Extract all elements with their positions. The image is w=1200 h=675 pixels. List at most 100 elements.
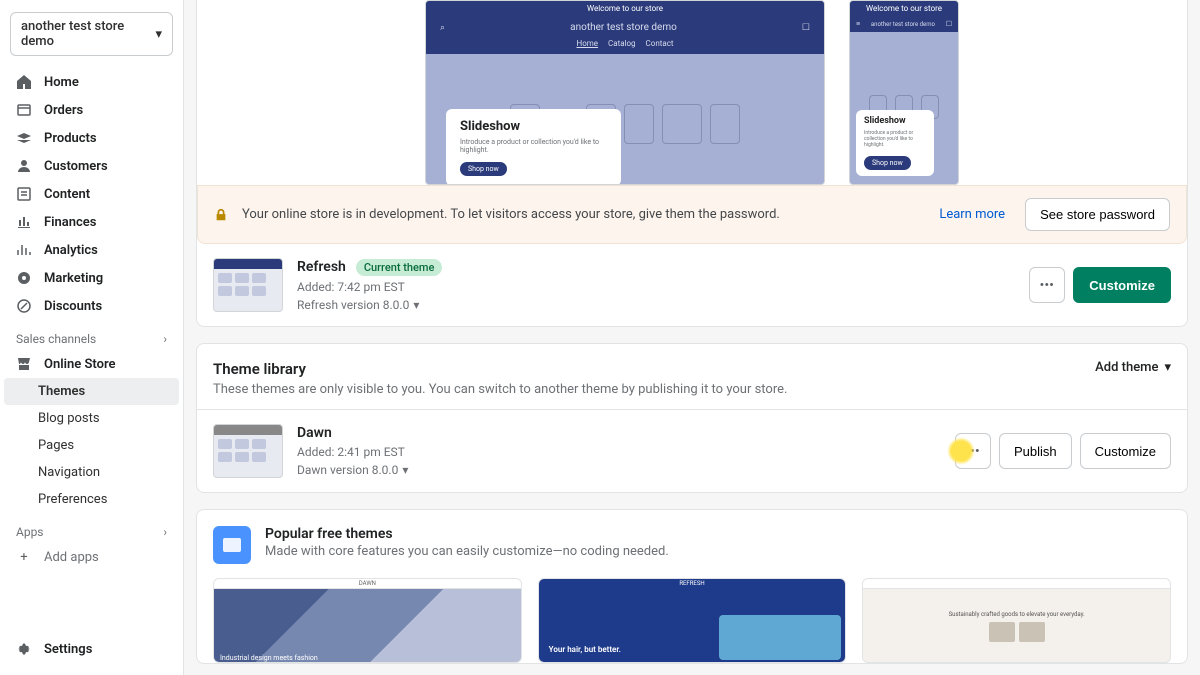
theme-added: Added: 2:41 pm EST bbox=[297, 445, 941, 459]
theme-preview-row: Welcome to our store ⌕ another test stor… bbox=[197, 0, 1187, 185]
popular-subtitle: Made with core features you can easily c… bbox=[265, 544, 669, 559]
development-alert: Your online store is in development. To … bbox=[197, 185, 1187, 244]
subnav-preferences[interactable]: Preferences bbox=[0, 486, 183, 513]
current-theme-row: Refresh Current theme Added: 7:42 pm EST… bbox=[197, 244, 1187, 326]
nav-analytics[interactable]: Analytics bbox=[0, 236, 183, 264]
theme-library-card: Theme library Add theme ▾ These themes a… bbox=[196, 343, 1188, 493]
see-password-button[interactable]: See store password bbox=[1025, 198, 1170, 231]
nav-label: Content bbox=[44, 187, 90, 202]
preview-banner: Welcome to our store bbox=[850, 1, 958, 16]
main-content: Welcome to our store ⌕ another test stor… bbox=[184, 0, 1200, 675]
subnav-themes[interactable]: Themes bbox=[4, 378, 179, 405]
popular-theme-craft[interactable]: Sustainably crafted goods to elevate you… bbox=[862, 578, 1171, 663]
customers-icon bbox=[16, 158, 32, 174]
preview-store-name: another test store demo bbox=[570, 22, 677, 33]
nav-settings[interactable]: Settings bbox=[0, 635, 183, 663]
nav-customers[interactable]: Customers bbox=[0, 152, 183, 180]
popular-title: Popular free themes bbox=[265, 526, 669, 542]
discounts-icon bbox=[16, 298, 32, 314]
nav-content[interactable]: Content bbox=[0, 180, 183, 208]
theme-thumbnail bbox=[213, 424, 283, 478]
preview-card-text: Introduce a product or collection you'd … bbox=[460, 138, 607, 154]
subnav-pages[interactable]: Pages bbox=[0, 432, 183, 459]
lock-icon bbox=[214, 208, 228, 222]
preview-card-text: Introduce a product or collection you'd … bbox=[864, 130, 926, 148]
popular-theme-refresh[interactable]: REFRESH Your hair, but better. bbox=[538, 578, 847, 663]
theme-more-actions-button[interactable] bbox=[1029, 267, 1065, 303]
nav-marketing[interactable]: Marketing bbox=[0, 264, 183, 292]
chevron-down-icon: ▾ bbox=[413, 298, 419, 312]
preview-banner: Welcome to our store bbox=[426, 1, 824, 16]
nav-add-apps[interactable]: + Add apps bbox=[0, 543, 183, 571]
preview-header: ⌕ another test store demo ☐ bbox=[426, 16, 824, 39]
current-theme-badge: Current theme bbox=[356, 259, 443, 276]
gear-icon bbox=[16, 641, 32, 657]
store-selector[interactable]: another test store demo ▾ bbox=[10, 12, 173, 56]
library-theme-row: Dawn Added: 2:41 pm EST Dawn version 8.0… bbox=[197, 410, 1187, 492]
preview-nav: Home Catalog Contact bbox=[426, 39, 824, 54]
store-icon bbox=[16, 356, 32, 372]
marketing-icon bbox=[16, 270, 32, 286]
sidebar: another test store demo ▾ Home Orders Pr… bbox=[0, 0, 184, 675]
chevron-right-icon[interactable]: › bbox=[163, 525, 167, 539]
orders-icon bbox=[16, 102, 32, 118]
theme-added: Added: 7:42 pm EST bbox=[297, 280, 1015, 294]
theme-version-dropdown[interactable]: Dawn version 8.0.0 ▾ bbox=[297, 463, 941, 477]
theme-more-actions-button[interactable] bbox=[955, 433, 991, 469]
cart-icon: ☐ bbox=[802, 23, 810, 33]
store-selector-label: another test store demo bbox=[21, 19, 155, 49]
products-icon bbox=[16, 130, 32, 146]
nav-online-store[interactable]: Online Store bbox=[0, 350, 183, 378]
nav-finances[interactable]: Finances bbox=[0, 208, 183, 236]
theme-name: Dawn bbox=[297, 425, 332, 441]
nav-orders[interactable]: Orders bbox=[0, 96, 183, 124]
popular-theme-dawn[interactable]: DAWN Industrial design meets fashion bbox=[213, 578, 522, 663]
alert-message: Your online store is in development. To … bbox=[242, 207, 925, 222]
nav-label: Products bbox=[44, 131, 97, 146]
analytics-icon bbox=[16, 242, 32, 258]
learn-more-link[interactable]: Learn more bbox=[939, 207, 1005, 222]
customize-button[interactable]: Customize bbox=[1073, 267, 1171, 303]
subnav-blog-posts[interactable]: Blog posts bbox=[0, 405, 183, 432]
chevron-down-icon: ▾ bbox=[1164, 360, 1171, 375]
home-icon bbox=[16, 74, 32, 90]
publish-button[interactable]: Publish bbox=[999, 433, 1072, 469]
desktop-preview: Welcome to our store ⌕ another test stor… bbox=[425, 0, 825, 185]
nav-label: Settings bbox=[44, 642, 92, 657]
nav-products[interactable]: Products bbox=[0, 124, 183, 152]
section-label: Sales channels bbox=[16, 332, 96, 346]
nav-label: Add apps bbox=[44, 550, 99, 565]
nav-label: Marketing bbox=[44, 271, 103, 286]
preview-shop-now-button: Shop now bbox=[864, 156, 911, 170]
preview-store-name: another test store demo bbox=[860, 21, 946, 28]
nav-label: Analytics bbox=[44, 243, 98, 258]
theme-name: Refresh bbox=[297, 259, 346, 275]
search-icon: ⌕ bbox=[440, 23, 445, 33]
nav-label: Discounts bbox=[44, 299, 102, 314]
cart-icon: ☐ bbox=[946, 20, 952, 28]
mobile-preview: Welcome to our store ≡ another test stor… bbox=[849, 0, 959, 185]
plus-icon: + bbox=[16, 549, 32, 565]
nav-label: Orders bbox=[44, 103, 83, 118]
popular-themes-card: Popular free themes Made with core featu… bbox=[196, 509, 1188, 664]
library-title: Theme library bbox=[213, 360, 306, 378]
theme-thumbnail bbox=[213, 258, 283, 312]
library-subtitle: These themes are only visible to you. Yo… bbox=[197, 382, 1187, 410]
nav-label: Online Store bbox=[44, 357, 116, 372]
nav-discounts[interactable]: Discounts bbox=[0, 292, 183, 320]
chevron-right-icon[interactable]: › bbox=[163, 332, 167, 346]
preview-card-title: Slideshow bbox=[864, 116, 926, 126]
sales-channels-header: Sales channels › bbox=[0, 320, 183, 350]
nav-label: Customers bbox=[44, 159, 108, 174]
add-theme-button[interactable]: Add theme ▾ bbox=[1095, 360, 1171, 375]
apps-header: Apps › bbox=[0, 513, 183, 543]
nav-label: Finances bbox=[44, 215, 97, 230]
nav-home[interactable]: Home bbox=[0, 68, 183, 96]
preview-header: ≡ another test store demo ☐ bbox=[850, 16, 958, 32]
theme-version-dropdown[interactable]: Refresh version 8.0.0 ▾ bbox=[297, 298, 1015, 312]
customize-button[interactable]: Customize bbox=[1080, 433, 1171, 469]
nav-label: Home bbox=[44, 75, 79, 90]
finances-icon bbox=[16, 214, 32, 230]
preview-slideshow-card: Slideshow Introduce a product or collect… bbox=[446, 109, 621, 185]
subnav-navigation[interactable]: Navigation bbox=[0, 459, 183, 486]
